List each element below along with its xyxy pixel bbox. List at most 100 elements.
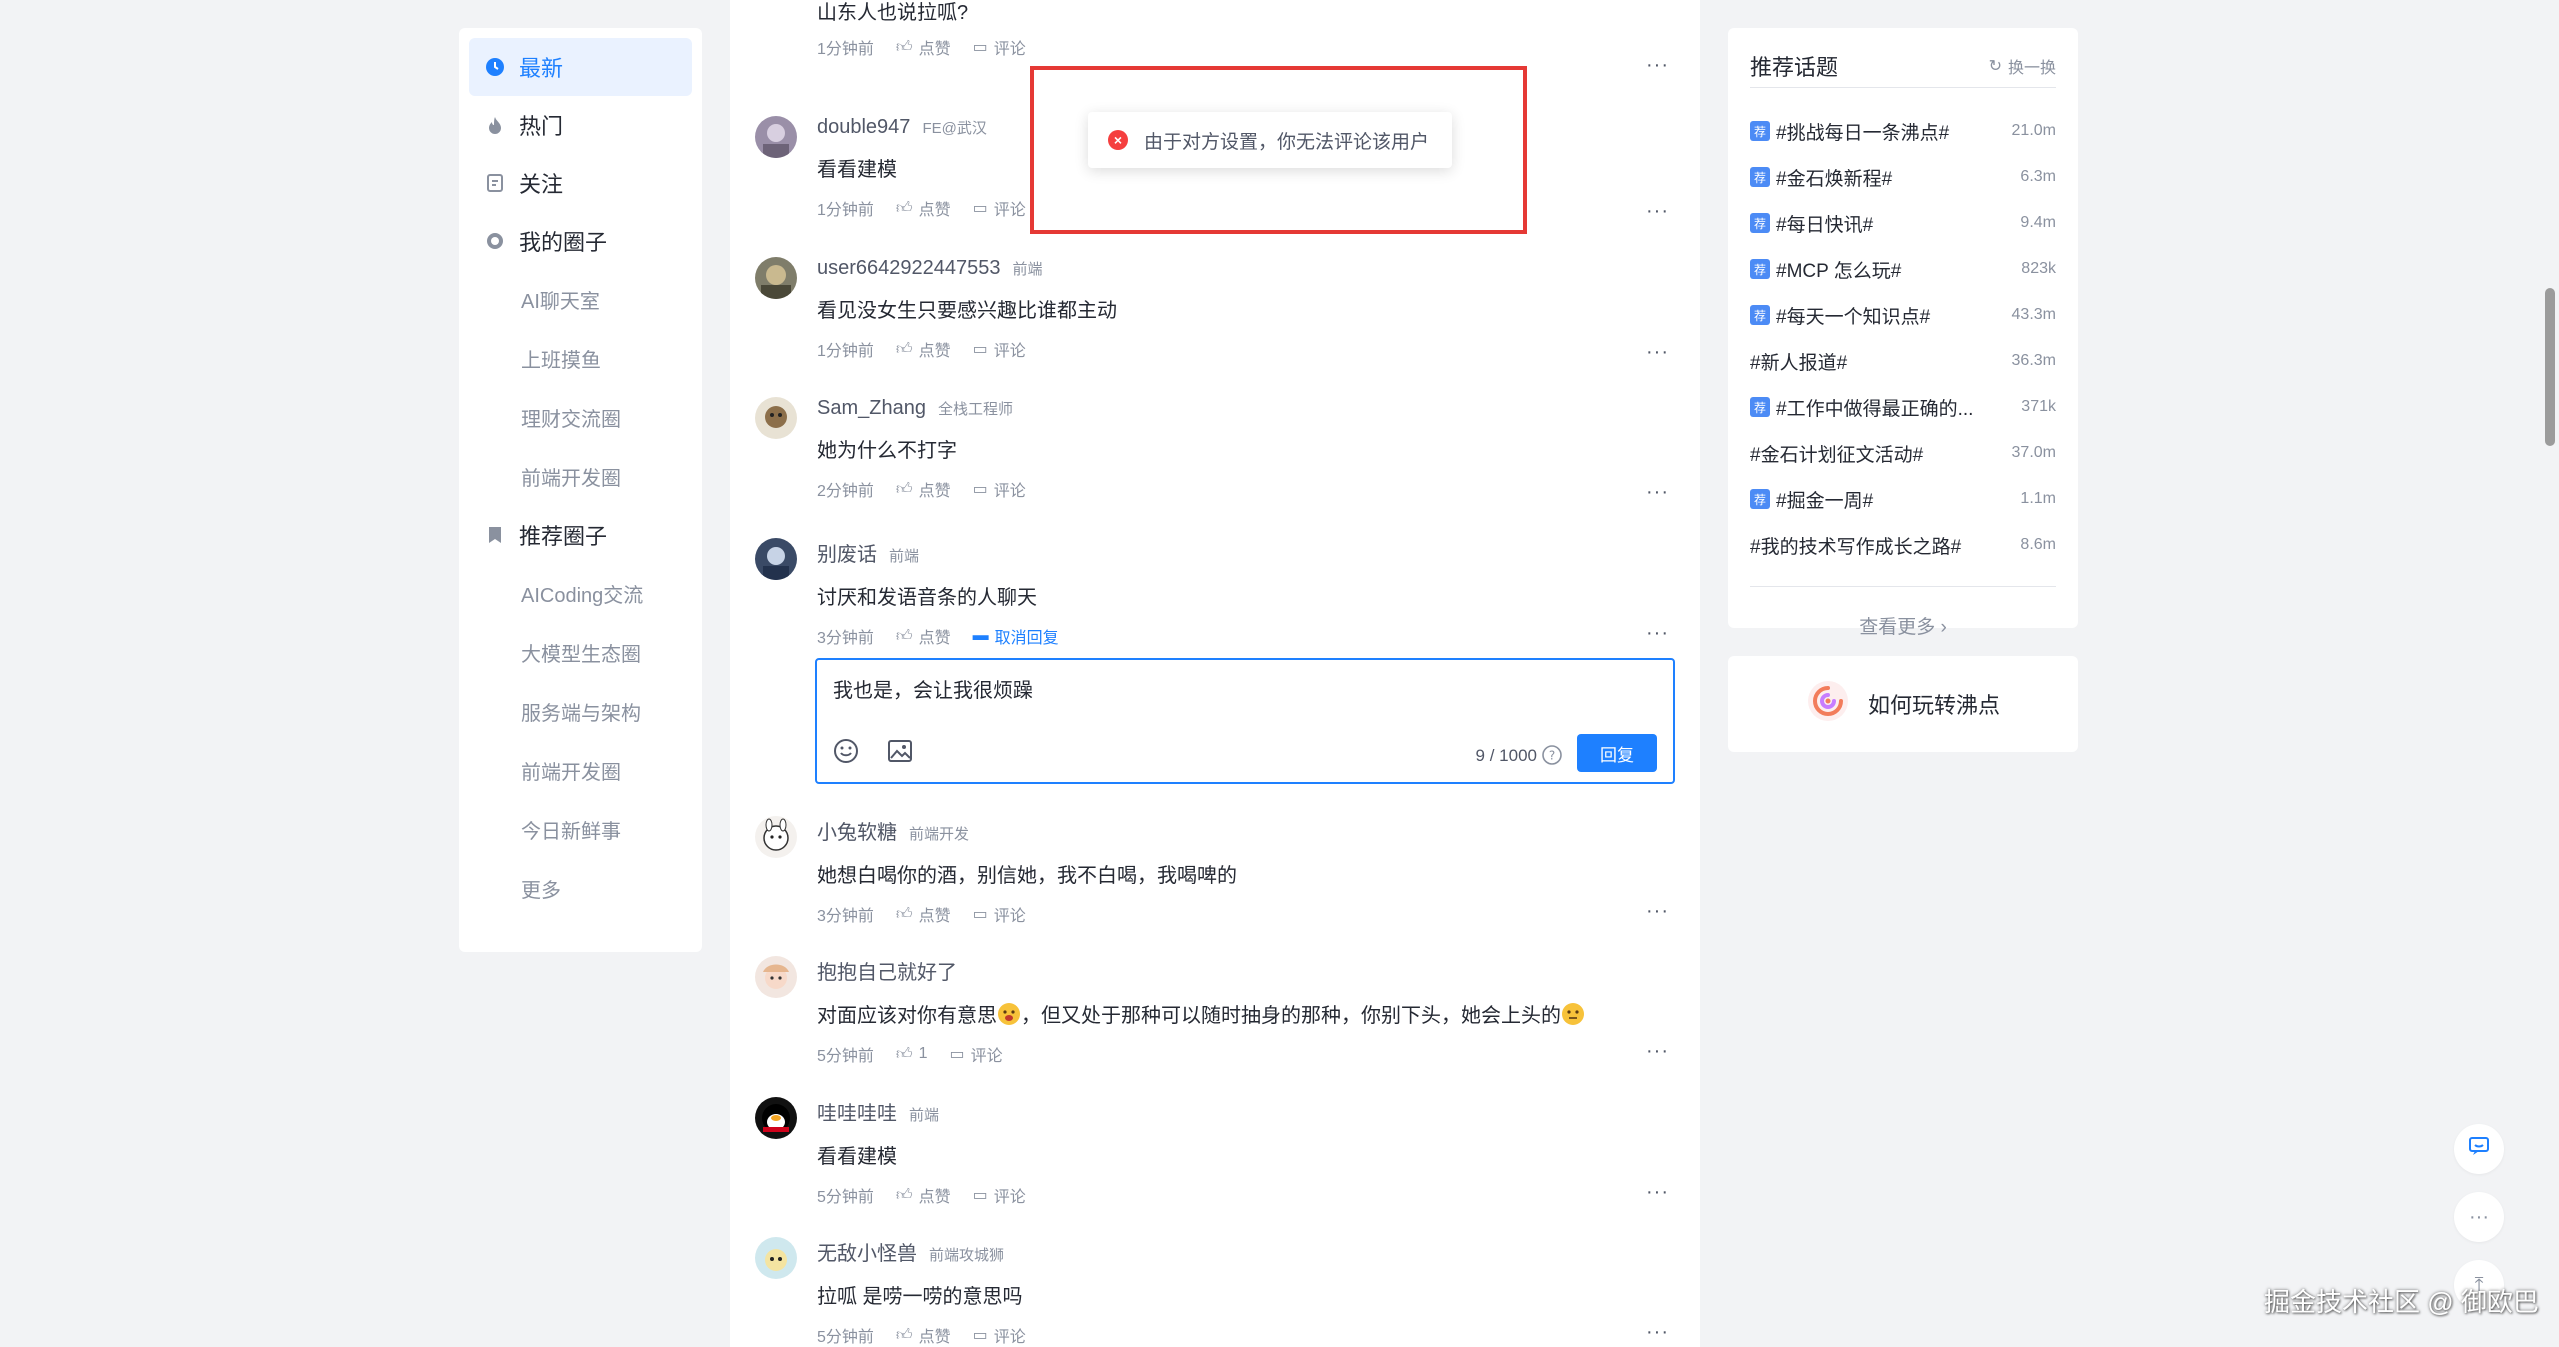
thumb-up-icon: 👍︎ — [895, 1326, 913, 1344]
like-button[interactable]: 👍︎ 点赞 — [896, 624, 951, 648]
comment-text: 她想白喝你的酒，别信她，我不白喝，我喝啤的 — [817, 865, 1237, 887]
reply-input-box[interactable]: 我也是，会让我很烦躁 9 / 1000 ? 回复 — [815, 658, 1675, 784]
comment-button[interactable]: ▭ 评论 — [973, 477, 1026, 501]
comment-text: 拉呱 是唠一唠的意思吗 — [817, 1286, 1023, 1308]
comment-button[interactable]: ▭ 评论 — [973, 1183, 1026, 1207]
flame-icon — [485, 115, 505, 135]
reply-input[interactable]: 我也是，会让我很烦躁 — [833, 674, 1033, 703]
topic-item[interactable]: #新人报道# 36.3m — [1750, 346, 2056, 376]
circle-item[interactable]: 上班摸鱼 — [469, 329, 692, 388]
toast-message: 由于对方设置，你无法评论该用户 — [1144, 131, 1430, 153]
comment-button[interactable]: ▭ 评论 — [973, 35, 1026, 59]
like-button[interactable]: 👍︎ 点赞 — [896, 1323, 951, 1347]
howto-label: 如何玩转沸点 — [1867, 693, 2000, 718]
avatar[interactable] — [755, 397, 797, 439]
username[interactable]: 无敌小怪兽 — [817, 1237, 917, 1266]
feedback-button[interactable] — [2454, 1124, 2504, 1174]
user-tag: 前端攻城狮 — [929, 1247, 1005, 1264]
avatar[interactable] — [755, 956, 797, 998]
like-button[interactable]: 👍︎ 点赞 — [896, 902, 951, 926]
more-icon[interactable]: ··· — [1646, 54, 1669, 77]
thinking-emoji-icon — [1561, 1002, 1585, 1026]
topic-item[interactable]: 荐 #MCP 怎么玩# 823k — [1750, 254, 2056, 284]
more-icon[interactable]: ··· — [1646, 200, 1669, 223]
username[interactable]: user6642922447553 — [817, 257, 1001, 280]
image-upload-icon[interactable] — [887, 738, 913, 769]
like-button[interactable]: 👍︎ 点赞 — [896, 196, 951, 220]
like-button[interactable]: 👍︎ 点赞 — [896, 35, 951, 59]
avatar[interactable] — [755, 538, 797, 580]
help-icon[interactable]: ? — [1541, 744, 1563, 771]
like-button[interactable]: 👍︎ 点赞 — [896, 1183, 951, 1207]
topic-item[interactable]: 荐 #每日快讯# 9.4m — [1750, 208, 2056, 238]
nav-item-follow[interactable]: 关注 — [469, 154, 692, 212]
more-icon[interactable]: ··· — [1646, 622, 1669, 645]
username[interactable]: Sam_Zhang — [817, 397, 926, 420]
nav-item-latest[interactable]: 最新 — [469, 38, 692, 96]
circle-item[interactable]: 前端开发圈 — [469, 741, 692, 800]
comment-button[interactable]: ▭ 评论 — [973, 1323, 1026, 1347]
username[interactable]: 小兔软糖 — [817, 816, 897, 845]
cancel-reply-button[interactable]: ▬ 取消回复 — [973, 624, 1059, 648]
comment-button[interactable]: ▭ 评论 — [973, 902, 1026, 926]
avatar[interactable] — [755, 1237, 797, 1279]
divider — [1750, 586, 2056, 587]
avatar[interactable] — [755, 116, 797, 158]
circle-item[interactable]: 前端开发圈 — [469, 447, 692, 506]
topic-item[interactable]: 荐 #挑战每日一条沸点# 21.0m — [1750, 116, 2056, 146]
comment-icon: ▭ — [972, 481, 988, 498]
more-tools-button[interactable]: ··· — [2454, 1192, 2504, 1242]
like-button[interactable]: 👍︎ 点赞 — [896, 477, 951, 501]
comment-button[interactable]: ▭ 评论 — [973, 337, 1026, 361]
reply-button[interactable]: 回复 — [1577, 734, 1657, 772]
avatar[interactable] — [755, 816, 797, 858]
more-icon[interactable]: ··· — [1646, 1040, 1669, 1063]
circle-item[interactable]: AICoding交流 — [469, 564, 692, 623]
more-icon[interactable]: ··· — [1646, 341, 1669, 364]
comment-time: 1分钟前 — [817, 41, 874, 58]
topic-item[interactable]: 荐 #工作中做得最正确的... 371k — [1750, 392, 2056, 422]
more-icon[interactable]: ··· — [1646, 481, 1669, 504]
thumb-up-icon: 👍︎ — [895, 627, 913, 645]
username[interactable]: 哇哇哇哇 — [817, 1097, 897, 1126]
thumb-up-icon: 👍︎ — [895, 38, 913, 56]
username[interactable]: double947 — [817, 116, 910, 139]
topic-item[interactable]: 荐 #每天一个知识点# 43.3m — [1750, 300, 2056, 330]
username[interactable]: 别废话 — [817, 538, 877, 567]
avatar[interactable] — [755, 1097, 797, 1139]
more-icon[interactable]: ··· — [1646, 900, 1669, 923]
comment-button[interactable]: ▭ 评论 — [950, 1042, 1003, 1066]
topic-item[interactable]: 荐 #金石焕新程# 6.3m — [1750, 162, 2056, 192]
nav-item-hot[interactable]: 热门 — [469, 96, 692, 154]
topic-item[interactable]: #我的技术写作成长之路# 8.6m — [1750, 530, 2056, 560]
refresh-button[interactable]: ↻ 换一换 — [1989, 54, 2056, 78]
circle-item[interactable]: 服务端与架构 — [469, 682, 692, 741]
username[interactable]: 抱抱自己就好了 — [817, 956, 957, 985]
circle-item[interactable]: AI聊天室 — [469, 270, 692, 329]
comment-icon: ▬ — [972, 627, 989, 644]
comment-button[interactable]: ▭ 评论 — [973, 196, 1026, 220]
circle-item[interactable]: 今日新鲜事 — [469, 800, 692, 859]
topic-item[interactable]: #金石计划征文活动# 37.0m — [1750, 438, 2056, 468]
avatar[interactable] — [755, 257, 797, 299]
circle-item[interactable]: 大模型生态圈 — [469, 623, 692, 682]
circle-item[interactable]: 理财交流圈 — [469, 388, 692, 447]
emoji-icon[interactable] — [833, 738, 859, 769]
like-button[interactable]: 👍︎ 1 — [896, 1045, 928, 1064]
chevron-right-icon: › — [1940, 617, 1947, 638]
see-more-link[interactable]: 查看更多 › — [1728, 612, 2078, 639]
topic-item[interactable]: 荐 #掘金一周# 1.1m — [1750, 484, 2056, 514]
nav-item-recommended[interactable]: 推荐圈子 — [469, 506, 692, 564]
nav-item-my-circles[interactable]: 我的圈子 — [469, 212, 692, 270]
howto-card[interactable]: 如何玩转沸点 — [1728, 656, 2078, 752]
bookmark-icon — [485, 525, 505, 545]
user-tag: 前端 — [909, 1107, 940, 1124]
more-icon[interactable]: ··· — [1646, 1321, 1669, 1344]
recommend-badge: 荐 — [1750, 213, 1770, 233]
more-link[interactable]: 更多 — [469, 859, 692, 918]
like-button[interactable]: 👍︎ 点赞 — [896, 337, 951, 361]
comment-time: 2分钟前 — [817, 483, 874, 500]
more-icon[interactable]: ··· — [1646, 1181, 1669, 1204]
scrollbar-track[interactable] — [2539, 0, 2559, 1347]
scrollbar-thumb[interactable] — [2545, 288, 2555, 446]
